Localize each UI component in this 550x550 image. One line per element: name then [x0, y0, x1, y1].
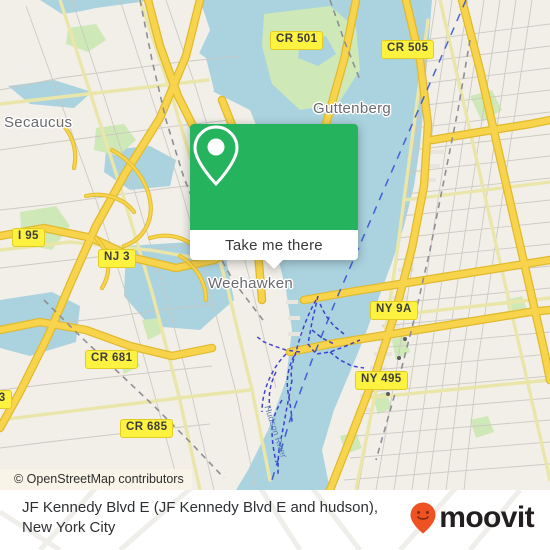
map-pin-icon	[193, 125, 239, 187]
bottom-info-bar: JF Kennedy Blvd E (JF Kennedy Blvd E and…	[0, 490, 550, 550]
moovit-pin-icon	[410, 502, 436, 534]
moovit-wordmark: moovit	[439, 501, 534, 534]
popup-header	[190, 124, 358, 230]
page-title: JF Kennedy Blvd E (JF Kennedy Blvd E and…	[22, 499, 379, 536]
take-me-there-label: Take me there	[225, 236, 323, 254]
road-shield-ny-9a: NY 9A	[370, 301, 418, 320]
road-shield-nj-3: NJ 3	[98, 249, 136, 268]
road-shield-ny-495: NY 495	[355, 371, 408, 390]
take-me-there-button[interactable]: Take me there	[190, 230, 358, 260]
road-shield-cr-501: CR 501	[270, 31, 324, 50]
moovit-logo[interactable]: moovit	[410, 501, 535, 534]
map-attribution[interactable]: © OpenStreetMap contributors	[0, 469, 192, 490]
road-shield-cr-681: CR 681	[85, 350, 139, 369]
map-canvas[interactable]: Secaucus Guttenberg Weehawken Hudson Riv…	[0, 0, 550, 490]
screenshot-root: Secaucus Guttenberg Weehawken Hudson Riv…	[0, 0, 550, 550]
road-shield-i-95: I 95	[12, 228, 45, 247]
road-shield-cr-505: CR 505	[381, 40, 435, 59]
road-shield-cr-63: 63	[0, 390, 12, 409]
location-popup-card[interactable]: Take me there	[190, 124, 358, 269]
popup-pointer	[265, 260, 283, 269]
road-shield-cr-685: CR 685	[120, 419, 174, 438]
